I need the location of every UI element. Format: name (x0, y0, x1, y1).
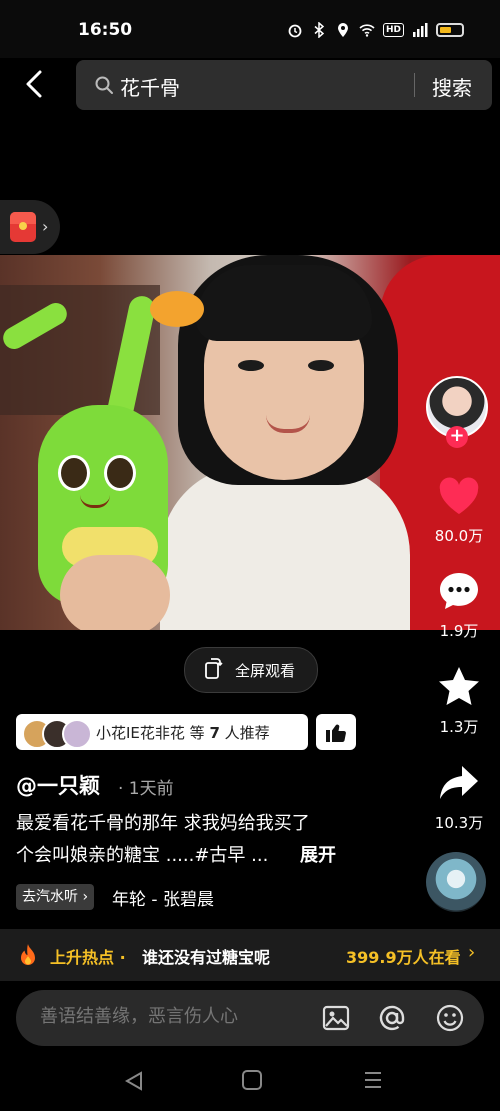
comment-bar[interactable] (16, 990, 484, 1046)
search-bar[interactable]: 花千骨 搜索 (76, 60, 492, 110)
wifi-icon (359, 22, 375, 38)
toy-eye (58, 455, 90, 491)
bluetooth-icon (311, 22, 327, 38)
status-time: 16:50 (78, 20, 133, 40)
nav-home-icon[interactable] (242, 1070, 262, 1090)
nav-back-icon[interactable] (124, 1070, 144, 1092)
post-time: · 1天前 (118, 779, 174, 799)
recommend-button[interactable] (316, 714, 356, 750)
at-mention-icon[interactable] (376, 1002, 408, 1034)
video-girl-bangs (196, 265, 372, 341)
system-navigation-bar (0, 1052, 500, 1111)
back-arrow-icon (26, 70, 42, 98)
share-count: 10.3万 (434, 814, 484, 832)
search-input[interactable]: 花千骨 (120, 72, 180, 101)
comment-button[interactable]: 1.9万 (419, 568, 499, 641)
author-name[interactable]: @一只颖 (16, 770, 100, 800)
hot-viewer-count: 399.9万人在看 (346, 948, 461, 967)
fullscreen-rotate-icon (205, 658, 223, 679)
recommendation-chip[interactable]: 小花IE花非花 等 7 人推荐 (16, 714, 308, 750)
caption-line-2: 个会叫娘亲的糖宝 .....#古早 ... (16, 845, 269, 866)
qishui-listen-button[interactable]: 去汽水听 › (16, 884, 95, 910)
chevron-right-icon: › (468, 942, 476, 963)
image-icon[interactable] (320, 1002, 352, 1034)
video-girl-hands (60, 555, 170, 630)
search-icon (95, 76, 113, 94)
like-button[interactable]: 80.0万 (419, 473, 499, 546)
hot-label: 上升热点 · (50, 948, 126, 967)
caption-line-1: 最爱看花千骨的那年 求我妈给我买了 (16, 813, 310, 834)
fullscreen-button[interactable]: 全屏观看 (184, 647, 318, 693)
music-disc[interactable] (426, 852, 486, 912)
location-icon (335, 22, 351, 38)
comment-input[interactable] (40, 1006, 290, 1027)
video-girl-eye (238, 360, 264, 371)
red-packet-widget[interactable]: › (0, 200, 60, 254)
toy-eye (104, 455, 136, 491)
battery-icon (436, 23, 464, 37)
fire-icon (21, 944, 35, 965)
fullscreen-label: 全屏观看 (235, 662, 296, 680)
emoji-icon[interactable] (434, 1002, 466, 1034)
share-button[interactable]: 10.3万 (419, 760, 499, 833)
status-bar: 16:50 HD (0, 0, 500, 58)
recommendation-count: 7 (209, 724, 220, 742)
status-icons: HD (287, 22, 464, 38)
red-packet-icon (10, 212, 36, 242)
alarm-icon (287, 22, 303, 38)
like-count: 80.0万 (434, 527, 484, 545)
favorite-count: 1.3万 (439, 718, 479, 736)
heart-icon (439, 477, 479, 514)
comment-bubble-icon (440, 573, 478, 609)
video-girl-body (160, 465, 410, 630)
hot-topic-banner[interactable]: 上升热点 · 谁还没有过糖宝呢 399.9万人在看 › (0, 929, 500, 981)
nav-menu-icon[interactable] (364, 1070, 382, 1090)
follow-plus-button[interactable]: + (446, 426, 468, 448)
toy-ear-tip (150, 291, 204, 327)
video-girl-eye (308, 360, 334, 371)
search-button[interactable]: 搜索 (432, 72, 472, 101)
back-button[interactable] (18, 66, 54, 102)
thumbs-up-icon (326, 724, 346, 742)
expand-button[interactable]: 展开 (300, 841, 336, 867)
recommender-avatar (62, 719, 92, 749)
hd-badge: HD (382, 23, 404, 37)
search-divider (414, 73, 415, 97)
comment-count: 1.9万 (439, 622, 479, 640)
hot-topic: 谁还没有过糖宝呢 (142, 948, 271, 967)
chevron-right-icon: › (42, 217, 49, 236)
favorite-button[interactable]: 1.3万 (419, 664, 499, 737)
signal-icon (412, 22, 428, 38)
recommendation-text: 小花IE花非花 等 7 人推荐 (96, 724, 270, 742)
music-title[interactable]: 年轮 - 张碧晨 (112, 885, 214, 910)
star-icon (439, 667, 479, 705)
share-arrow-icon (440, 766, 478, 799)
